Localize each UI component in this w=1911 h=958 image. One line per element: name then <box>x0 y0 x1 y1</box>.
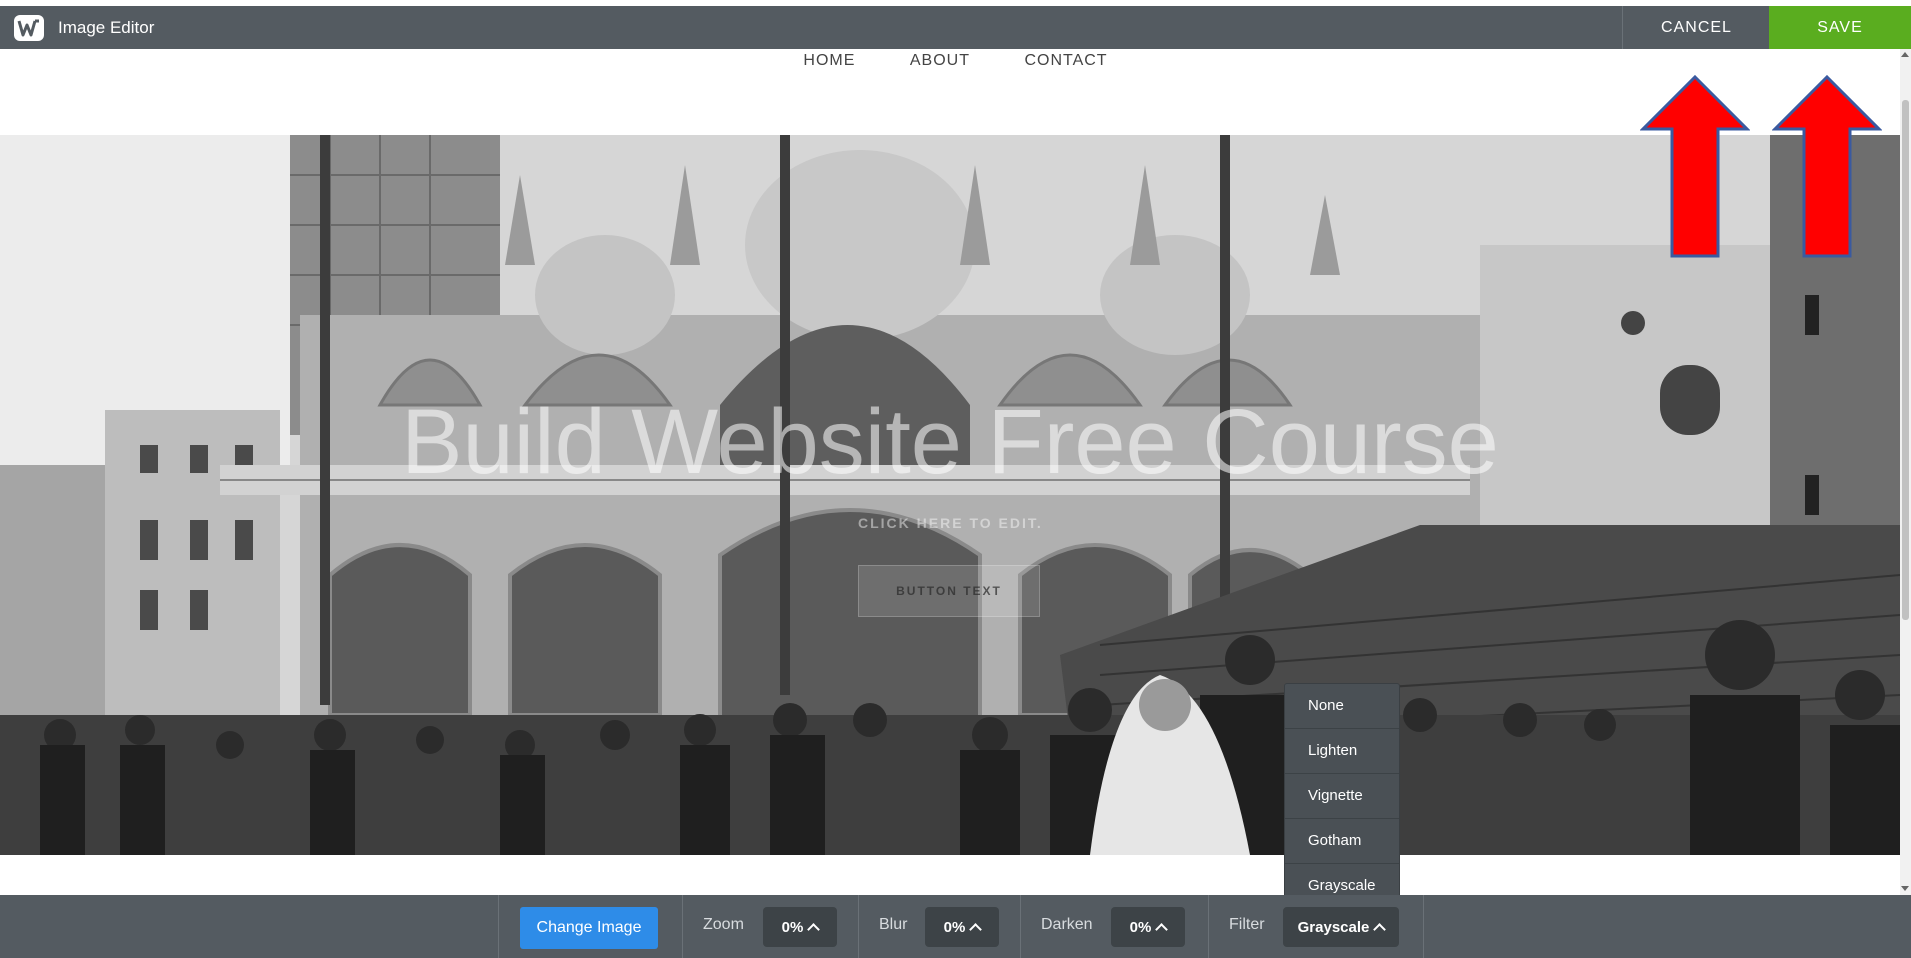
nav-about-link[interactable]: ABOUT <box>910 52 970 70</box>
filter-option-none[interactable]: None <box>1285 684 1399 729</box>
chevron-up-icon <box>807 922 821 936</box>
blur-value: 0% <box>943 918 966 936</box>
filter-control[interactable]: Grayscale <box>1283 907 1399 947</box>
hero-cta-button[interactable]: BUTTON TEXT <box>858 565 1040 617</box>
save-button[interactable]: SAVE <box>1769 6 1911 49</box>
filter-value: Grayscale <box>1297 918 1370 936</box>
filter-option-vignette[interactable]: Vignette <box>1285 774 1399 819</box>
hero-subtitle[interactable]: CLICK HERE TO EDIT. <box>858 515 1043 531</box>
filter-label: Filter <box>1229 916 1265 933</box>
zoom-label: Zoom <box>703 916 744 933</box>
image-toolbar: Zoom 0% Blur 0% Darken 0% Filter Graysca… <box>0 895 1911 958</box>
zoom-control[interactable]: 0% <box>763 907 837 947</box>
scrollbar-thumb[interactable] <box>1902 100 1909 620</box>
filter-group: Filter Grayscale <box>1208 895 1424 958</box>
darken-value: 0% <box>1129 918 1152 936</box>
filter-dropdown-menu: None Lighten Vignette Gotham Grayscale <box>1284 683 1400 909</box>
zoom-value: 0% <box>781 918 804 936</box>
app-title: Image Editor <box>58 18 155 37</box>
filter-option-gotham[interactable]: Gotham <box>1285 819 1399 864</box>
blur-group: Blur 0% <box>858 895 1021 958</box>
site-nav: HOME ABOUT CONTACT <box>0 52 1911 76</box>
chevron-up-icon <box>969 922 983 936</box>
red-arrow-up-icon <box>1640 74 1750 258</box>
darken-label: Darken <box>1041 916 1093 933</box>
weebly-logo-icon <box>14 15 44 41</box>
editor-top-bar: Image Editor CANCEL SAVE <box>0 6 1911 49</box>
scroll-down-arrow-icon[interactable] <box>1901 886 1909 891</box>
blur-label: Blur <box>879 916 908 933</box>
filter-option-lighten[interactable]: Lighten <box>1285 729 1399 774</box>
chevron-up-icon <box>1155 922 1169 936</box>
scroll-up-arrow-icon[interactable] <box>1901 52 1909 57</box>
blur-control[interactable]: 0% <box>925 907 999 947</box>
cancel-button[interactable]: CANCEL <box>1622 6 1770 49</box>
chevron-up-icon <box>1373 922 1387 936</box>
red-arrow-up-icon <box>1772 74 1882 258</box>
change-image-button[interactable]: Change Image <box>520 907 658 949</box>
hero-image[interactable]: Build Website Free Course CLICK HERE TO … <box>0 135 1900 855</box>
nav-contact-link[interactable]: CONTACT <box>1024 52 1107 70</box>
zoom-group: Zoom 0% <box>682 895 859 958</box>
nav-home-link[interactable]: HOME <box>803 52 855 70</box>
hero-photo-illustration <box>0 135 1900 855</box>
darken-group: Darken 0% <box>1020 895 1209 958</box>
hero-title[interactable]: Build Website Free Course <box>0 390 1900 495</box>
darken-control[interactable]: 0% <box>1111 907 1185 947</box>
